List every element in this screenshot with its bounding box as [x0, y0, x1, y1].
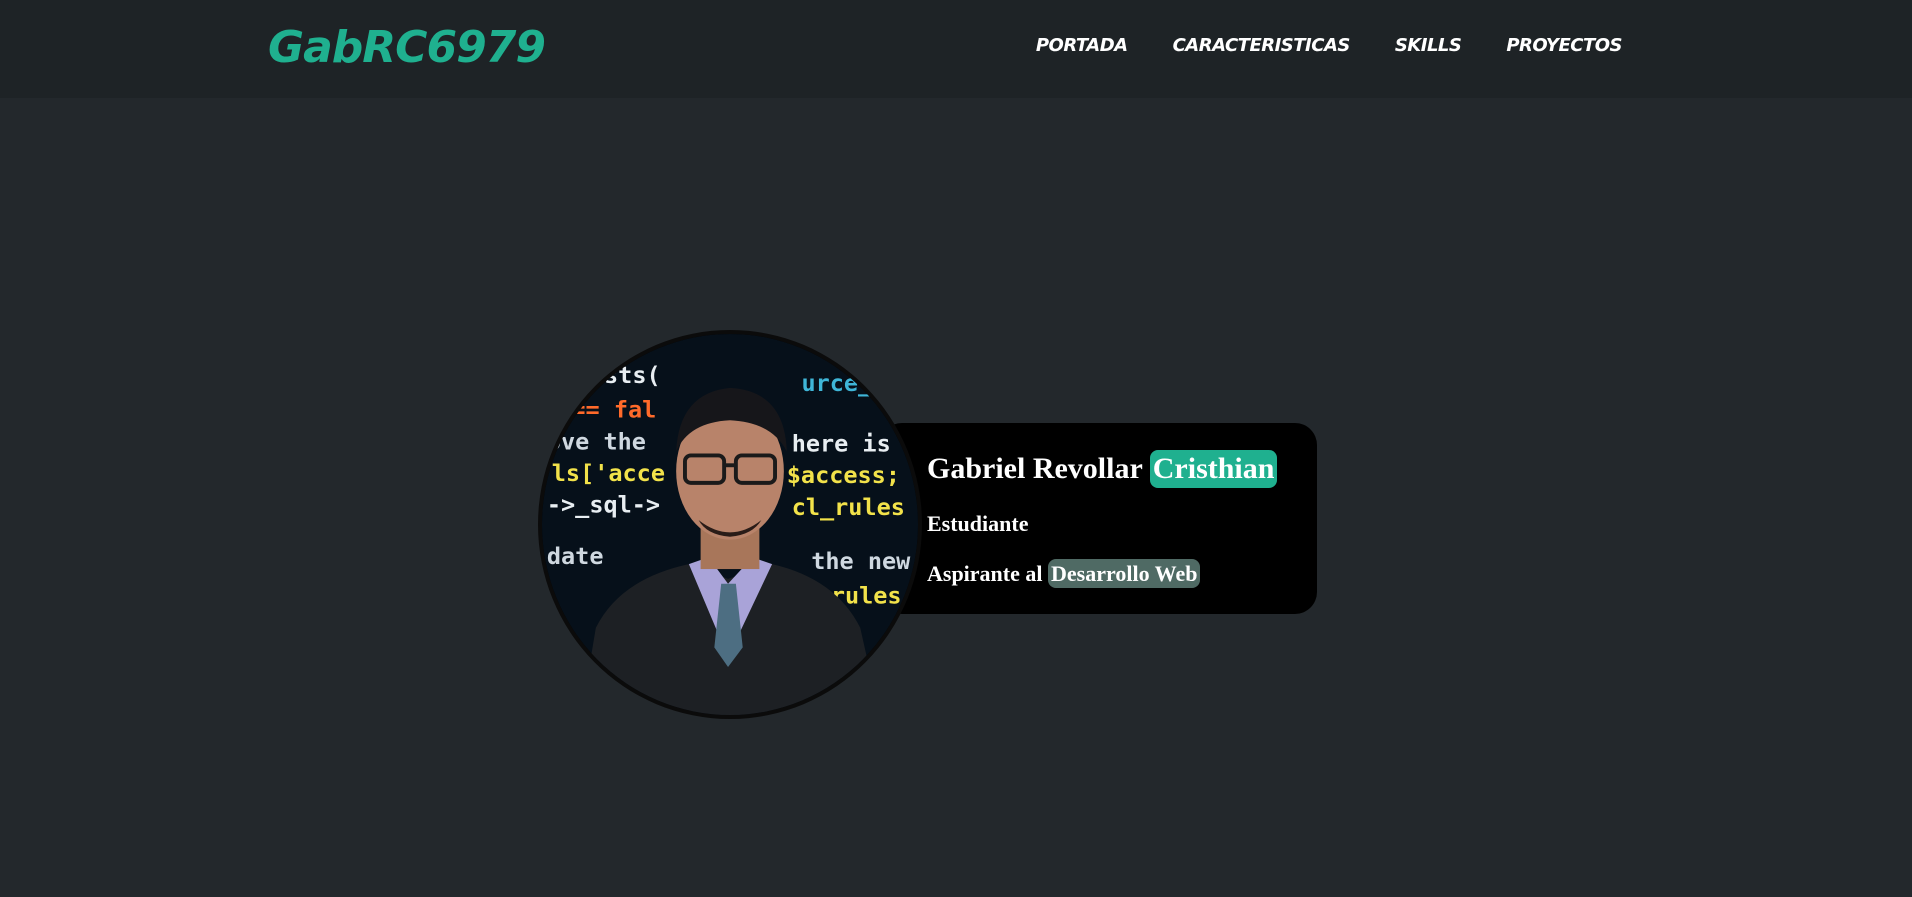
code-text-8: here is	[792, 430, 891, 458]
profile-name-highlight: Cristhian	[1149, 450, 1278, 488]
profile-aspiration: Aspirante al Desarrollo Web	[927, 559, 1201, 589]
brand-logo-link[interactable]: GabRC6979	[268, 20, 546, 76]
code-text-2: == fal	[571, 395, 656, 423]
profile-photo: exists( == fal ove the ls['acce ->_sql->…	[538, 330, 922, 719]
nav-link-portada[interactable]: PORTADA	[1036, 34, 1128, 58]
code-text-3: ove the	[547, 428, 646, 456]
nav-link-proyectos[interactable]: PROYECTOS	[1506, 34, 1622, 58]
code-text-10: cl_rules	[792, 493, 905, 521]
code-text-6: date	[547, 542, 604, 570]
profile-aspiration-highlight: Desarrollo Web	[1048, 559, 1201, 588]
navbar: GabRC6979 PORTADA CARACTERISTICAS SKILLS…	[0, 0, 1912, 98]
code-text-5: ->_sql->	[547, 490, 660, 518]
code-text-1: exists(	[562, 361, 661, 389]
code-text-7: urce_d	[801, 369, 886, 397]
code-text-11: the new	[811, 547, 911, 575]
profile-aspiration-prefix: Aspirante al	[927, 561, 1043, 586]
nav-link-caracteristicas[interactable]: CARACTERISTICAS	[1173, 34, 1351, 58]
profile-role: Estudiante	[927, 511, 1029, 536]
profile-name-first: Gabriel Revollar	[927, 452, 1143, 485]
profile-photo-image: exists( == fal ove the ls['acce ->_sql->…	[542, 334, 918, 715]
code-text-4: ls['acce	[552, 459, 665, 487]
nav-links: PORTADA CARACTERISTICAS SKILLS PROYECTOS	[1036, 34, 1623, 58]
code-text-9: $access;	[787, 461, 900, 489]
nav-link-skills[interactable]: SKILLS	[1395, 34, 1462, 58]
profile-name: Gabriel Revollar Cristhian	[927, 449, 1278, 489]
